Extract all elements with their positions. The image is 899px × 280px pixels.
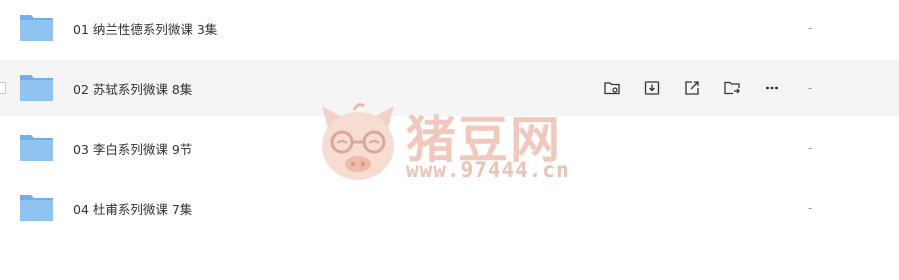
download-icon[interactable] [632, 76, 672, 100]
file-size: - [808, 141, 813, 155]
move-to-folder-icon[interactable] [712, 76, 752, 100]
file-row[interactable]: 01 纳兰性德系列微课 3集 - [0, 0, 899, 56]
share-icon[interactable] [672, 76, 712, 100]
file-size: - [808, 81, 813, 95]
file-size: - [808, 21, 813, 35]
row-actions [592, 76, 792, 100]
file-row[interactable]: 04 杜甫系列微课 7集 - [0, 180, 899, 236]
folder-icon [20, 15, 53, 41]
file-size: - [808, 201, 813, 215]
folder-icon [20, 75, 53, 101]
row-checkbox[interactable] [0, 82, 6, 94]
file-name[interactable]: 04 杜甫系列微课 7集 [73, 199, 192, 218]
file-name[interactable]: 01 纳兰性德系列微课 3集 [73, 19, 217, 38]
file-row[interactable]: 03 李白系列微课 9节 - [0, 120, 899, 176]
more-icon[interactable] [752, 76, 792, 100]
folder-icon [20, 195, 53, 221]
file-row[interactable]: 02 苏轼系列微课 8集 - [0, 60, 899, 116]
file-name[interactable]: 03 李白系列微课 9节 [73, 139, 192, 158]
folder-location-icon[interactable] [592, 76, 632, 100]
file-name[interactable]: 02 苏轼系列微课 8集 [73, 79, 192, 98]
folder-icon [20, 135, 53, 161]
